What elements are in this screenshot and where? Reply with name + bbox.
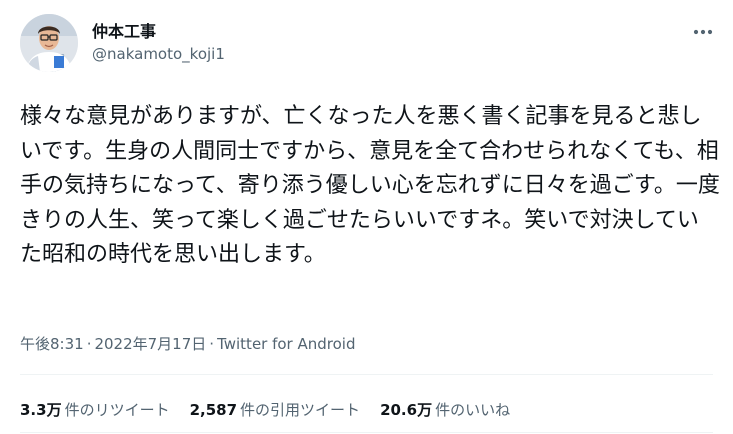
tweet-card: 仲本工事 @nakamoto_koji1 様々な意見がありますが、亡くなった人を…: [0, 0, 733, 434]
quote-tweets-stat[interactable]: 2,587 件の引用ツイート: [190, 399, 360, 420]
likes-count: 20.6万: [380, 401, 433, 419]
user-handle[interactable]: @nakamoto_koji1: [92, 45, 225, 63]
meta-separator: ·: [86, 335, 92, 353]
divider: [20, 432, 713, 433]
more-horizontal-icon: [693, 29, 713, 35]
more-options-button[interactable]: [688, 19, 718, 45]
engagement-stats: 3.3万 件のリツイート 2,587 件の引用ツイート 20.6万 件のいいね: [20, 399, 530, 420]
retweets-count: 3.3万: [20, 401, 62, 419]
tweet-time[interactable]: 午後8:31: [20, 335, 84, 353]
quote-tweets-label: 件の引用ツイート: [240, 401, 361, 419]
divider: [20, 374, 713, 375]
retweets-label: 件のリツイート: [64, 401, 170, 419]
likes-label: 件のいいね: [435, 401, 511, 419]
tweet-text: 様々な意見がありますが、亡くなった人を悪く書く記事を見ると悲しいです。生身の人間…: [20, 104, 720, 268]
tweet-date[interactable]: 2022年7月17日: [94, 335, 206, 353]
quote-tweets-count: 2,587: [189, 401, 238, 419]
avatar[interactable]: [20, 14, 78, 72]
meta-separator: ·: [209, 335, 215, 353]
avatar-image: [20, 14, 78, 72]
display-name[interactable]: 仲本工事: [92, 18, 156, 42]
tweet-source[interactable]: Twitter for Android: [217, 335, 355, 353]
likes-stat[interactable]: 20.6万 件のいいね: [380, 399, 510, 420]
tweet-metadata: 午後8:31 · 2022年7月17日 · Twitter for Android: [20, 333, 356, 354]
retweets-stat[interactable]: 3.3万 件のリツイート: [20, 399, 170, 420]
